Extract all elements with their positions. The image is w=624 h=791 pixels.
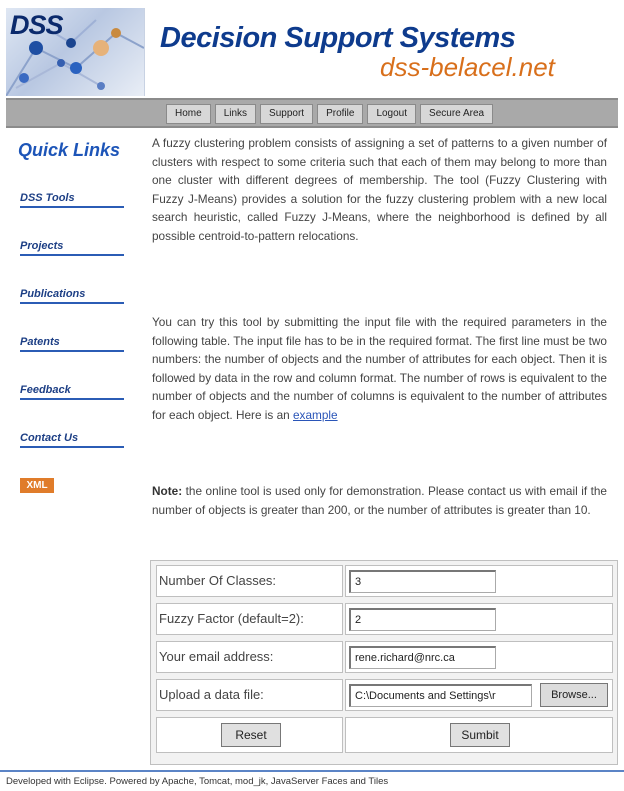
sidebar-link-dss-tools[interactable]: DSS Tools xyxy=(20,192,124,208)
nav-profile[interactable]: Profile xyxy=(317,104,364,124)
footer-divider xyxy=(0,770,624,772)
browse-button[interactable]: Browse... xyxy=(540,683,608,707)
sidebar-link-patents[interactable]: Patents xyxy=(20,336,124,352)
email-label: Your email address: xyxy=(156,641,343,673)
reset-cell: Reset xyxy=(156,717,343,753)
fuzzy-factor-input[interactable]: 2 xyxy=(349,608,496,631)
intro-paragraph: A fuzzy clustering problem consists of a… xyxy=(152,136,607,243)
example-link[interactable]: example xyxy=(293,408,338,422)
submit-cell: Sumbit xyxy=(345,717,613,753)
footer-text: Developed with Eclipse. Powered by Apach… xyxy=(6,776,389,787)
nav-logout[interactable]: Logout xyxy=(367,104,417,124)
nav-links[interactable]: Links xyxy=(214,104,257,124)
submit-button[interactable]: Sumbit xyxy=(450,723,510,747)
note-paragraph: Note: the online tool is used only for d… xyxy=(152,482,607,519)
site-domain: dss-belacel.net xyxy=(380,52,555,82)
header: DSS Decision Support Systems dss-belacel… xyxy=(0,0,624,98)
reset-button[interactable]: Reset xyxy=(221,723,281,747)
upload-file-input[interactable]: C:\Documents and Settings\r xyxy=(349,684,532,707)
email-input[interactable]: rene.richard@nrc.ca xyxy=(349,646,496,669)
quick-links-heading: Quick Links xyxy=(18,140,121,160)
sidebar-link-projects[interactable]: Projects xyxy=(20,240,124,256)
fuzzy-factor-label: Fuzzy Factor (default=2): xyxy=(156,603,343,635)
nav-bar: Home Links Support Profile Logout Secure… xyxy=(6,98,618,128)
nav-secure-area[interactable]: Secure Area xyxy=(420,104,494,124)
nav-home[interactable]: Home xyxy=(166,104,211,124)
site-title: Decision Support Systems xyxy=(160,22,516,54)
instructions-paragraph: You can try this tool by submitting the … xyxy=(152,313,607,425)
note-label: Note: xyxy=(152,484,183,498)
upload-label: Upload a data file: xyxy=(156,679,343,711)
nav-support[interactable]: Support xyxy=(260,104,314,124)
parameters-form: Number Of Classes: 3 Fuzzy Factor (defau… xyxy=(150,560,618,765)
sidebar-link-feedback[interactable]: Feedback xyxy=(20,384,124,400)
nav-items: Home Links Support Profile Logout Secure… xyxy=(166,104,494,124)
xml-badge[interactable]: XML xyxy=(20,478,54,493)
upload-cell: C:\Documents and Settings\r Browse... xyxy=(345,679,613,711)
classes-input[interactable]: 3 xyxy=(349,570,496,593)
sidebar-link-publications[interactable]: Publications xyxy=(20,288,124,304)
classes-label: Number Of Classes: xyxy=(156,565,343,597)
sidebar-link-contact-us[interactable]: Contact Us xyxy=(20,432,124,448)
dss-logo[interactable]: DSS xyxy=(6,8,145,96)
fuzzy-factor-cell: 2 xyxy=(345,603,613,635)
note-text: the online tool is used only for demonst… xyxy=(152,484,607,517)
email-cell: rene.richard@nrc.ca xyxy=(345,641,613,673)
instructions-text: You can try this tool by submitting the … xyxy=(152,315,607,422)
logo-text: DSS xyxy=(10,10,64,40)
classes-cell: 3 xyxy=(345,565,613,597)
